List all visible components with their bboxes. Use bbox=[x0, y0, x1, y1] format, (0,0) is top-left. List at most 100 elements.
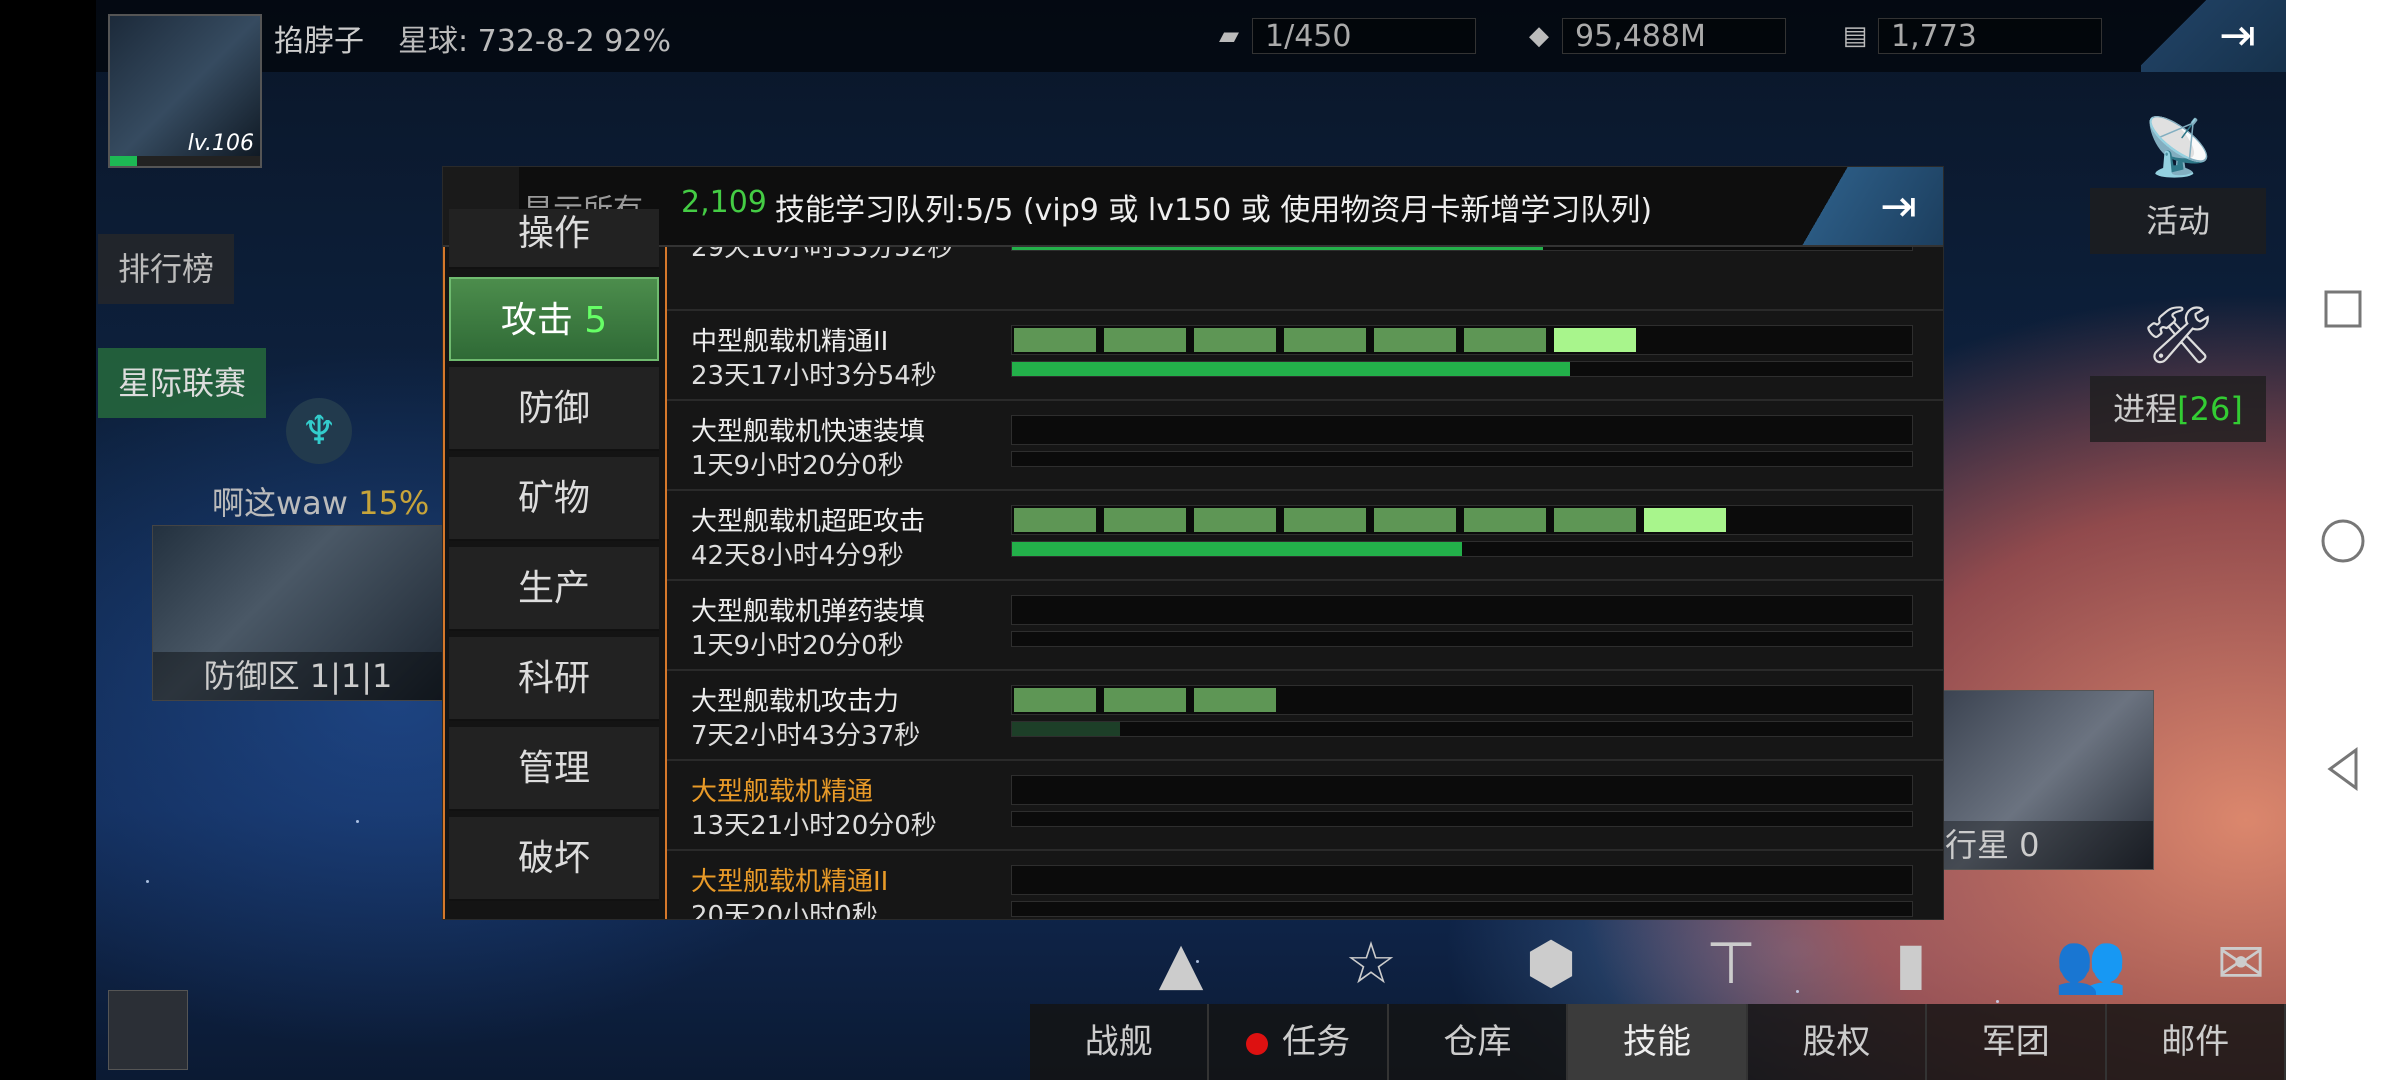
category-defense[interactable]: 防御 bbox=[449, 367, 659, 451]
alliance-emblem-icon[interactable]: ♆ bbox=[286, 398, 352, 464]
skill-list: 29天10小时33分52秒 中型舰载机精通II 23天17小时3分54秒 大型舰载机快… bbox=[665, 247, 1943, 919]
interstellar-league-button[interactable]: 星际联赛 bbox=[98, 348, 267, 418]
mail-icon: ✉ bbox=[2216, 929, 2266, 997]
activity-label: 活动 bbox=[2090, 188, 2266, 254]
xp-bar-fill bbox=[110, 156, 137, 166]
skill-level-bar bbox=[1011, 865, 1913, 895]
equity-chart-icon: ▮ bbox=[1895, 929, 1927, 997]
progress-widget[interactable]: 🛠 进程[26] bbox=[2090, 296, 2266, 442]
category-production[interactable]: 生产 bbox=[449, 547, 659, 631]
skill-time: 7天2小时43分37秒 bbox=[691, 721, 921, 751]
resource-money: ◆ 95,488M bbox=[1516, 18, 1786, 54]
player-avatar[interactable]: lv.106 bbox=[108, 14, 262, 168]
tab-mail[interactable]: 邮件 bbox=[2107, 1004, 2286, 1080]
recent-apps-icon[interactable] bbox=[2318, 284, 2368, 334]
star bbox=[356, 820, 359, 823]
skill-level-segment bbox=[1554, 328, 1636, 352]
home-icon[interactable] bbox=[2318, 516, 2368, 566]
category-attack[interactable]: 攻击 5 bbox=[449, 277, 659, 361]
skill-level-segment bbox=[1104, 508, 1186, 532]
legion-icon: 👥 bbox=[2054, 929, 2128, 997]
skill-progress-fill bbox=[1012, 722, 1120, 736]
skill-level-bar bbox=[1011, 685, 1913, 715]
category-operation[interactable]: 操作 bbox=[449, 209, 659, 269]
skill-level-bar bbox=[1011, 775, 1913, 805]
activity-widget[interactable]: 📡 活动 bbox=[2090, 108, 2266, 254]
skill-time: 20天20小时0秒 bbox=[691, 901, 878, 919]
skill-progress-fill bbox=[1012, 542, 1462, 556]
defense-zone-card[interactable]: 防御区 1|1|1 bbox=[152, 525, 444, 701]
skill-level-segment bbox=[1284, 328, 1366, 352]
defense-zone-label: 防御区 1|1|1 bbox=[153, 652, 443, 700]
card-icon: ▤ bbox=[1842, 21, 1868, 51]
category-label: 科研 bbox=[517, 658, 590, 699]
skill-progress-bar bbox=[1011, 721, 1913, 737]
tab-mission[interactable]: 任务 bbox=[1209, 1004, 1389, 1080]
skill-row[interactable]: 中型舰载机精通II 23天17小时3分54秒 bbox=[667, 311, 1943, 401]
planet-card[interactable]: 行星 0 bbox=[1938, 690, 2154, 870]
skill-time: 42天8小时4分9秒 bbox=[691, 541, 904, 571]
category-label: 攻击 bbox=[500, 300, 573, 341]
skill-level-segment bbox=[1374, 328, 1456, 352]
close-dialog-button[interactable]: ⇥ bbox=[1793, 167, 1943, 245]
skill-row[interactable]: 大型舰载机弹药装填 1天9小时20分0秒 bbox=[667, 581, 1943, 671]
category-label: 防御 bbox=[517, 388, 590, 429]
skill-level-segment bbox=[1464, 328, 1546, 352]
category-label: 操作 bbox=[517, 213, 590, 254]
category-destruction[interactable]: 破坏 bbox=[449, 817, 659, 901]
tab-warship[interactable]: 战舰 bbox=[1030, 1004, 1210, 1080]
skill-row[interactable]: 大型舰载机超距攻击 42天8小时4分9秒 bbox=[667, 491, 1943, 581]
planet-percent: 92% bbox=[604, 24, 671, 59]
planet-coords: 732-8-2 bbox=[477, 24, 595, 59]
skill-name: 大型舰载机快速装填 bbox=[691, 417, 926, 447]
skill-queue-text: 技能学习队列:5/5 (vip9 或 lv150 或 使用物资月卡新增学习队列) bbox=[775, 193, 1653, 228]
skill-row[interactable]: 大型舰载机精通 13天21小时20分0秒 bbox=[667, 761, 1943, 851]
skill-time: 23天17小时3分54秒 bbox=[691, 361, 937, 391]
skill-progress-fill bbox=[1012, 362, 1570, 376]
skill-level-segment bbox=[1284, 508, 1366, 532]
skill-level-bar bbox=[1011, 325, 1913, 355]
category-management[interactable]: 管理 bbox=[449, 727, 659, 811]
skill-time: 1天9小时20分0秒 bbox=[691, 451, 904, 481]
tab-warehouse[interactable]: 仓库 bbox=[1389, 1004, 1569, 1080]
ship-capacity-value: 1/450 bbox=[1252, 18, 1476, 54]
exit-icon: ⇥ bbox=[2219, 10, 2256, 61]
planet-card-label: 行星 0 bbox=[1939, 821, 2153, 869]
skill-tree-icon: ⊤ bbox=[1705, 929, 1757, 997]
skill-row[interactable]: 29天10小时33分52秒 bbox=[667, 247, 1943, 311]
skill-row[interactable]: 大型舰载机攻击力 7天2小时43分37秒 bbox=[667, 671, 1943, 761]
skill-progress-fill bbox=[1012, 247, 1543, 250]
skill-time: 13天21小时20分0秒 bbox=[691, 811, 937, 841]
skill-level-segment bbox=[1104, 688, 1186, 712]
skill-level-segment bbox=[1194, 328, 1276, 352]
tab-equity[interactable]: 股权 bbox=[1748, 1004, 1928, 1080]
skill-level-segment bbox=[1644, 508, 1726, 532]
category-research[interactable]: 科研 bbox=[449, 637, 659, 721]
skill-time: 1天9小时20分0秒 bbox=[691, 631, 904, 661]
bottom-nav: 战舰 任务 仓库 技能 股权 军团 邮件 bbox=[1030, 1004, 2286, 1080]
tab-skill[interactable]: 技能 bbox=[1568, 1004, 1748, 1080]
skill-level-segment bbox=[1554, 508, 1636, 532]
profile-icon[interactable] bbox=[108, 990, 188, 1070]
tab-mission-label: 任务 bbox=[1282, 1022, 1351, 1062]
leaderboard-button[interactable]: 排行榜 bbox=[98, 234, 235, 304]
tools-icon: 🛠 bbox=[2142, 303, 2214, 368]
star bbox=[146, 880, 149, 883]
skill-level-segment bbox=[1014, 688, 1096, 712]
tab-legion[interactable]: 军团 bbox=[1927, 1004, 2107, 1080]
dialog-header: 显示所有 2,109 技能学习队列:5/5 (vip9 或 lv150 或 使用… bbox=[443, 167, 1943, 247]
category-mineral[interactable]: 矿物 bbox=[449, 457, 659, 541]
skill-level-bar bbox=[1011, 595, 1913, 625]
warehouse-icon: ⬢ bbox=[1525, 929, 1577, 997]
money-icon: ◆ bbox=[1529, 21, 1549, 51]
skill-row[interactable]: 大型舰载机精通II 20天20小时0秒 bbox=[667, 851, 1943, 919]
skill-row[interactable]: 大型舰载机快速装填 1天9小时20分0秒 bbox=[667, 401, 1943, 491]
skill-name: 大型舰载机攻击力 bbox=[691, 687, 900, 717]
back-icon[interactable] bbox=[2318, 744, 2368, 794]
skill-level-segment bbox=[1014, 328, 1096, 352]
star bbox=[1996, 1000, 1999, 1003]
exit-game-button[interactable]: ⇥ bbox=[2141, 0, 2286, 72]
notification-dot bbox=[1246, 1032, 1269, 1055]
alliance-info: 啊这waw 15% bbox=[212, 478, 429, 524]
money-value: 95,488M bbox=[1562, 18, 1786, 54]
